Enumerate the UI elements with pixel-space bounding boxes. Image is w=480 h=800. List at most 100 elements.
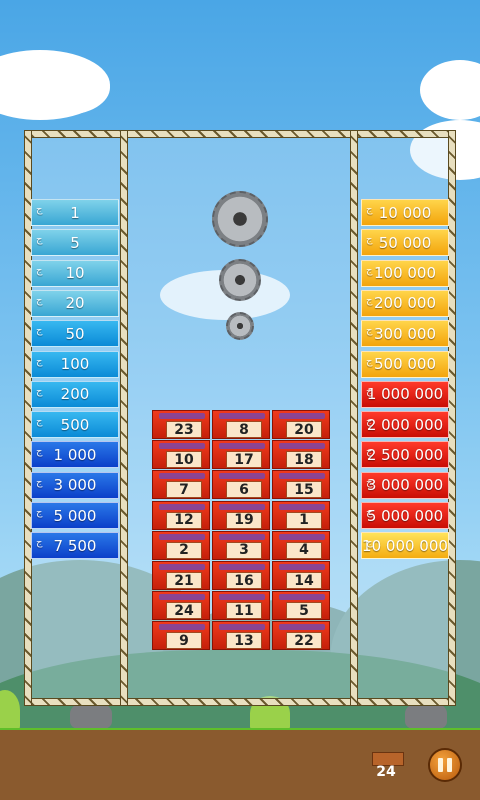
mystery-box[interactable]: 11 (212, 591, 270, 621)
box-number: 9 (166, 632, 202, 650)
mystery-box[interactable]: 7 (152, 470, 210, 500)
right-prize-3: ج 200 000 (361, 289, 449, 317)
game-scene: ج 1 ج 5 ج 10 ج 20 ج 50 ج 100 ج 200 ج 500 ج 1 000 ج 3 000 ج 5 … (0, 0, 480, 800)
box-strip (219, 473, 265, 480)
mystery-box[interactable]: 15 (272, 470, 330, 500)
box-strip (219, 443, 265, 450)
prize-amount: 10 000 (378, 203, 432, 222)
mystery-box[interactable]: 18 (272, 440, 330, 470)
box-strip (159, 594, 205, 601)
box-strip (279, 413, 325, 419)
box-number: 1 (286, 511, 322, 529)
prize-amount: 1 000 000 (366, 385, 444, 404)
box-number: 24 (166, 602, 202, 620)
mystery-box[interactable]: 2 (152, 530, 210, 560)
box-number: 12 (166, 511, 202, 529)
pause-button[interactable] (428, 748, 462, 782)
box-strip (159, 533, 205, 540)
box-number: 13 (226, 632, 262, 650)
currency-symbol: ج (366, 537, 373, 549)
currency-symbol: ج (366, 204, 373, 215)
boxes-remaining: 24 (376, 764, 396, 780)
mystery-box[interactable]: 9 (152, 621, 210, 651)
left-prize-11: ج 7 500 (31, 532, 119, 560)
box-number: 15 (286, 481, 322, 499)
left-prize-3: ج 20 (31, 289, 119, 317)
mystery-box[interactable]: 8 (212, 410, 270, 439)
mystery-box[interactable]: 1 (272, 500, 330, 530)
box-number: 11 (226, 602, 262, 620)
prize-amount: 100 (60, 355, 90, 373)
prize-amount: 2 500 000 (366, 445, 444, 464)
currency-symbol: ج (366, 416, 373, 428)
box-number: 2 (166, 541, 202, 559)
mystery-box[interactable]: 12 (152, 500, 210, 530)
box-strip (279, 594, 325, 601)
right-prize-10: ج5 000 000 (361, 502, 449, 529)
mystery-box[interactable]: 17 (212, 440, 270, 470)
box-strip (279, 624, 325, 631)
left-prize-8: ج 1 000 (31, 441, 119, 469)
box-strip (159, 503, 205, 510)
mystery-box[interactable]: 24 (152, 591, 210, 621)
prize-amount: 5 000 (53, 506, 97, 525)
box-strip (279, 503, 325, 510)
mystery-box[interactable]: 16 (212, 561, 270, 590)
box-number: 8 (226, 421, 262, 438)
mystery-box[interactable]: 5 (272, 591, 330, 621)
box-strip (159, 413, 205, 419)
left-prize-5: ج 100 (31, 350, 119, 378)
currency-symbol: ج (36, 204, 43, 215)
right-prize-4: ج 300 000 (361, 320, 449, 348)
left-prize-1: ج5 (31, 229, 119, 257)
right-prize-7: ج2 000 000 (361, 411, 449, 439)
mystery-box[interactable]: 19 (212, 500, 270, 530)
pause-icon (438, 758, 443, 772)
box-strip (219, 533, 265, 540)
mystery-box[interactable]: 22 (272, 621, 330, 651)
prize-amount: 3 000 (53, 476, 97, 495)
rope-divider-left (120, 130, 128, 706)
box-number: 14 (286, 572, 322, 589)
currency-symbol: ج (36, 234, 43, 246)
currency-symbol: ج (36, 385, 43, 397)
currency-symbol: ج (366, 325, 373, 337)
box-strip (159, 624, 205, 631)
mystery-box[interactable]: 10 (152, 440, 210, 470)
right-prize-0: ج 10 000 (361, 199, 449, 226)
mystery-box[interactable]: 23 (152, 410, 210, 439)
currency-symbol: ج (366, 355, 373, 367)
currency-symbol: ج (36, 294, 43, 306)
currency-symbol: ج (36, 476, 43, 488)
left-prize-0: ج1 (31, 199, 119, 226)
prize-amount: 3 000 000 (366, 476, 444, 495)
mystery-box[interactable]: 4 (272, 530, 330, 560)
currency-symbol: ج (366, 446, 373, 458)
currency-symbol: ج (366, 264, 373, 276)
currency-symbol: ج (366, 476, 373, 488)
prize-amount: 7 500 (53, 536, 97, 555)
box-strip (219, 564, 265, 570)
prize-amount: 10 (65, 264, 85, 283)
mystery-box[interactable]: 6 (212, 470, 270, 500)
mystery-box[interactable]: 20 (272, 410, 330, 439)
box-number: 17 (226, 451, 262, 469)
mystery-box[interactable]: 21 (152, 561, 210, 590)
box-number: 7 (166, 481, 202, 499)
left-prize-9: ج 3 000 (31, 471, 119, 499)
box-strip (159, 443, 205, 450)
prize-amount: 200 (60, 385, 90, 404)
prize-amount: 2 000 000 (366, 415, 444, 434)
box-number: 19 (226, 511, 262, 529)
mystery-box[interactable]: 3 (212, 530, 270, 560)
left-prize-6: ج 200 (31, 380, 119, 408)
cloud (420, 60, 480, 120)
right-prize-9: ج3 000 000 (361, 471, 449, 499)
right-prize-11: ج 10 000 000 (361, 532, 449, 560)
left-prize-7: ج 500 (31, 411, 119, 439)
currency-symbol: ج (366, 234, 373, 246)
currency-symbol: ج (366, 294, 373, 306)
prize-amount: 1 (70, 203, 80, 222)
mystery-box[interactable]: 14 (272, 561, 330, 590)
mystery-box[interactable]: 13 (212, 621, 270, 651)
